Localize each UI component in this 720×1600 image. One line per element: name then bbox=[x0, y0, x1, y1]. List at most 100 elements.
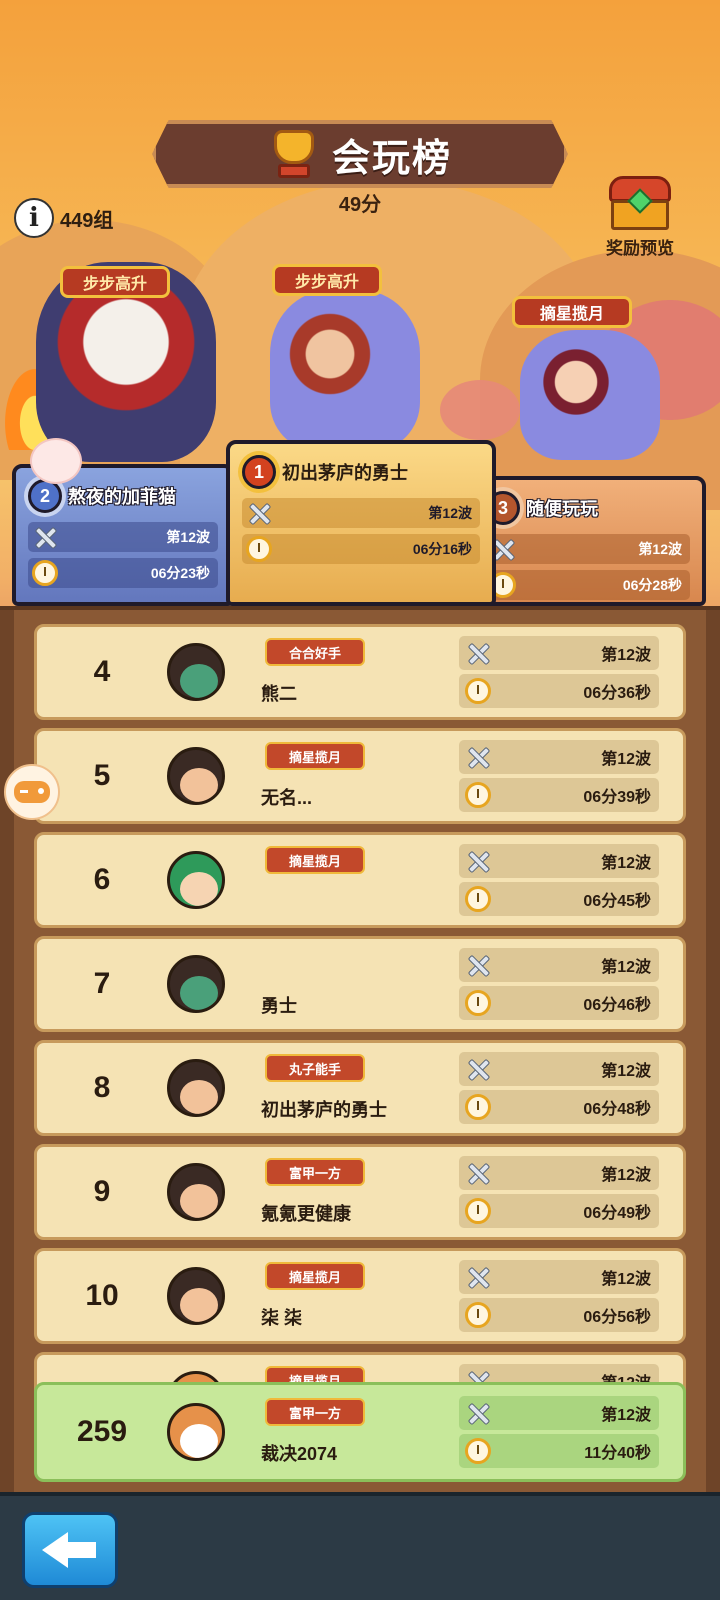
my-ranking-row[interactable]: 259 富甲一方 裁决2074 第12波 11分40秒 bbox=[34, 1382, 686, 1482]
crossed-swords-icon bbox=[465, 1400, 491, 1426]
chat-bubble-avatar[interactable] bbox=[30, 438, 82, 484]
avatar[interactable] bbox=[167, 1403, 225, 1461]
wave-value: 第12波 bbox=[601, 1063, 651, 1080]
reward-preview-label: 奖励预览 bbox=[606, 239, 674, 258]
crossed-swords-icon bbox=[465, 848, 491, 874]
time-stat: 06分16秒 bbox=[242, 534, 480, 564]
back-button[interactable] bbox=[22, 1512, 118, 1588]
podium-rank-2[interactable]: 2 熬夜的加菲猫 第12波 06分23秒 bbox=[12, 464, 234, 606]
list-item[interactable]: 8 丸子能手 初出茅庐的勇士 第12波 06分48秒 bbox=[34, 1040, 686, 1136]
title-badge: 步步高升 bbox=[272, 264, 382, 296]
wave-value: 第12波 bbox=[638, 541, 682, 557]
list-item[interactable]: 9 富甲一方 氪氪更健康 第12波 06分49秒 bbox=[34, 1144, 686, 1240]
wave-value: 第12波 bbox=[601, 647, 651, 664]
crossed-swords-icon bbox=[465, 1264, 491, 1290]
time-value: 06分36秒 bbox=[583, 685, 651, 702]
wave-stat: 第12波 bbox=[459, 948, 659, 982]
title-badge: 步步高升 bbox=[60, 266, 170, 298]
list-item[interactable]: 6 摘星揽月 第12波 06分45秒 bbox=[34, 832, 686, 928]
wave-value: 第12波 bbox=[601, 1407, 651, 1424]
list-item[interactable]: 10 摘星揽月 柒 柒 第12波 06分56秒 bbox=[34, 1248, 686, 1344]
time-stat: 06分39秒 bbox=[459, 778, 659, 812]
crossed-swords-icon bbox=[465, 744, 491, 770]
time-value: 06分23秒 bbox=[150, 565, 210, 581]
avatar[interactable] bbox=[167, 747, 225, 805]
back-arrow-icon bbox=[42, 1530, 98, 1570]
time-stat: 06分36秒 bbox=[459, 674, 659, 708]
floating-game-button[interactable] bbox=[4, 764, 60, 820]
time-stat: 06分23秒 bbox=[28, 558, 218, 588]
crossed-swords-icon bbox=[465, 1056, 491, 1082]
row-rank: 4 bbox=[93, 655, 111, 688]
avatar[interactable] bbox=[167, 851, 225, 909]
row-rank: 7 bbox=[93, 967, 111, 1000]
wave-value: 第12波 bbox=[601, 1271, 651, 1288]
podium-rank-3[interactable]: 3 随便玩玩 第12波 06分28秒 bbox=[470, 476, 706, 606]
podium-character-3[interactable] bbox=[520, 330, 660, 460]
stopwatch-icon bbox=[465, 1198, 491, 1224]
treasure-chest-icon bbox=[609, 176, 671, 232]
wave-stat: 第12波 bbox=[486, 534, 690, 564]
title-badge: 摘星揽月 bbox=[265, 1262, 365, 1290]
row-rank: 6 bbox=[93, 863, 111, 896]
time-value: 06分16秒 bbox=[412, 541, 472, 557]
wave-stat: 第12波 bbox=[459, 844, 659, 878]
avatar[interactable] bbox=[167, 1267, 225, 1325]
player-name: 氪氪更健康 bbox=[261, 1204, 351, 1224]
blossom-tree bbox=[440, 380, 520, 440]
time-value: 11分40秒 bbox=[584, 1445, 651, 1462]
stopwatch-icon bbox=[465, 782, 491, 808]
podium-rank-1[interactable]: 1 初出茅庐的勇士 第12波 06分16秒 bbox=[226, 440, 496, 606]
time-stat: 06分56秒 bbox=[459, 1298, 659, 1332]
wave-value: 第12波 bbox=[601, 751, 651, 768]
stopwatch-icon bbox=[465, 1438, 491, 1464]
ranking-list[interactable]: 4 合合好手 熊二 第12波 06分36秒 5 摘星揽月 无名... 第12波 … bbox=[0, 606, 720, 1492]
player-name: 熬夜的加菲猫 bbox=[68, 487, 176, 507]
stopwatch-icon bbox=[465, 990, 491, 1016]
wave-value: 第12波 bbox=[166, 529, 210, 545]
list-item[interactable]: 5 摘星揽月 无名... 第12波 06分39秒 bbox=[34, 728, 686, 824]
title-badge: 丸子能手 bbox=[265, 1054, 365, 1082]
title-badge: 富甲一方 bbox=[265, 1158, 365, 1186]
time-value: 06分45秒 bbox=[583, 893, 651, 910]
player-name: 初出茅庐的勇士 bbox=[261, 1100, 387, 1120]
title-badge: 摘星揽月 bbox=[265, 846, 365, 874]
row-rank: 9 bbox=[93, 1175, 111, 1208]
row-rank: 8 bbox=[93, 1071, 111, 1104]
player-name: 勇士 bbox=[261, 996, 297, 1016]
time-value: 06分46秒 bbox=[583, 997, 651, 1014]
avatar[interactable] bbox=[167, 1059, 225, 1117]
wave-stat: 第12波 bbox=[242, 498, 480, 528]
wave-stat: 第12波 bbox=[459, 1052, 659, 1086]
list-item[interactable]: 4 合合好手 熊二 第12波 06分36秒 bbox=[34, 624, 686, 720]
wave-value: 第12波 bbox=[601, 959, 651, 976]
wave-value: 第12波 bbox=[601, 855, 651, 872]
title-banner: 会玩榜 bbox=[152, 120, 568, 188]
info-icon[interactable]: i bbox=[14, 198, 54, 238]
time-value: 06分49秒 bbox=[583, 1205, 651, 1222]
player-name: 裁决2074 bbox=[261, 1444, 338, 1464]
time-stat: 06分46秒 bbox=[459, 986, 659, 1020]
stopwatch-icon bbox=[465, 678, 491, 704]
podium-character-1[interactable] bbox=[270, 290, 420, 450]
wave-stat: 第12波 bbox=[459, 1396, 659, 1430]
player-name: 初出茅庐的勇士 bbox=[282, 463, 408, 483]
title-badge: 富甲一方 bbox=[265, 1398, 365, 1426]
time-stat: 11分40秒 bbox=[459, 1434, 659, 1468]
time-stat: 06分48秒 bbox=[459, 1090, 659, 1124]
wave-value: 第12波 bbox=[601, 1167, 651, 1184]
wave-stat: 第12波 bbox=[459, 636, 659, 670]
stopwatch-icon bbox=[465, 1094, 491, 1120]
reward-preview-button[interactable]: 奖励预览 bbox=[598, 176, 682, 259]
crossed-swords-icon bbox=[465, 1160, 491, 1186]
player-name: 柒 柒 bbox=[261, 1308, 303, 1328]
wave-stat: 第12波 bbox=[459, 740, 659, 774]
list-item[interactable]: 7 勇士 第12波 06分46秒 bbox=[34, 936, 686, 1032]
avatar[interactable] bbox=[167, 955, 225, 1013]
title-badge: 摘星揽月 bbox=[265, 742, 365, 770]
time-value: 06分48秒 bbox=[583, 1101, 651, 1118]
avatar[interactable] bbox=[167, 643, 225, 701]
avatar[interactable] bbox=[167, 1163, 225, 1221]
page-title: 会玩榜 bbox=[331, 137, 452, 180]
player-name: 随便玩玩 bbox=[526, 499, 598, 519]
